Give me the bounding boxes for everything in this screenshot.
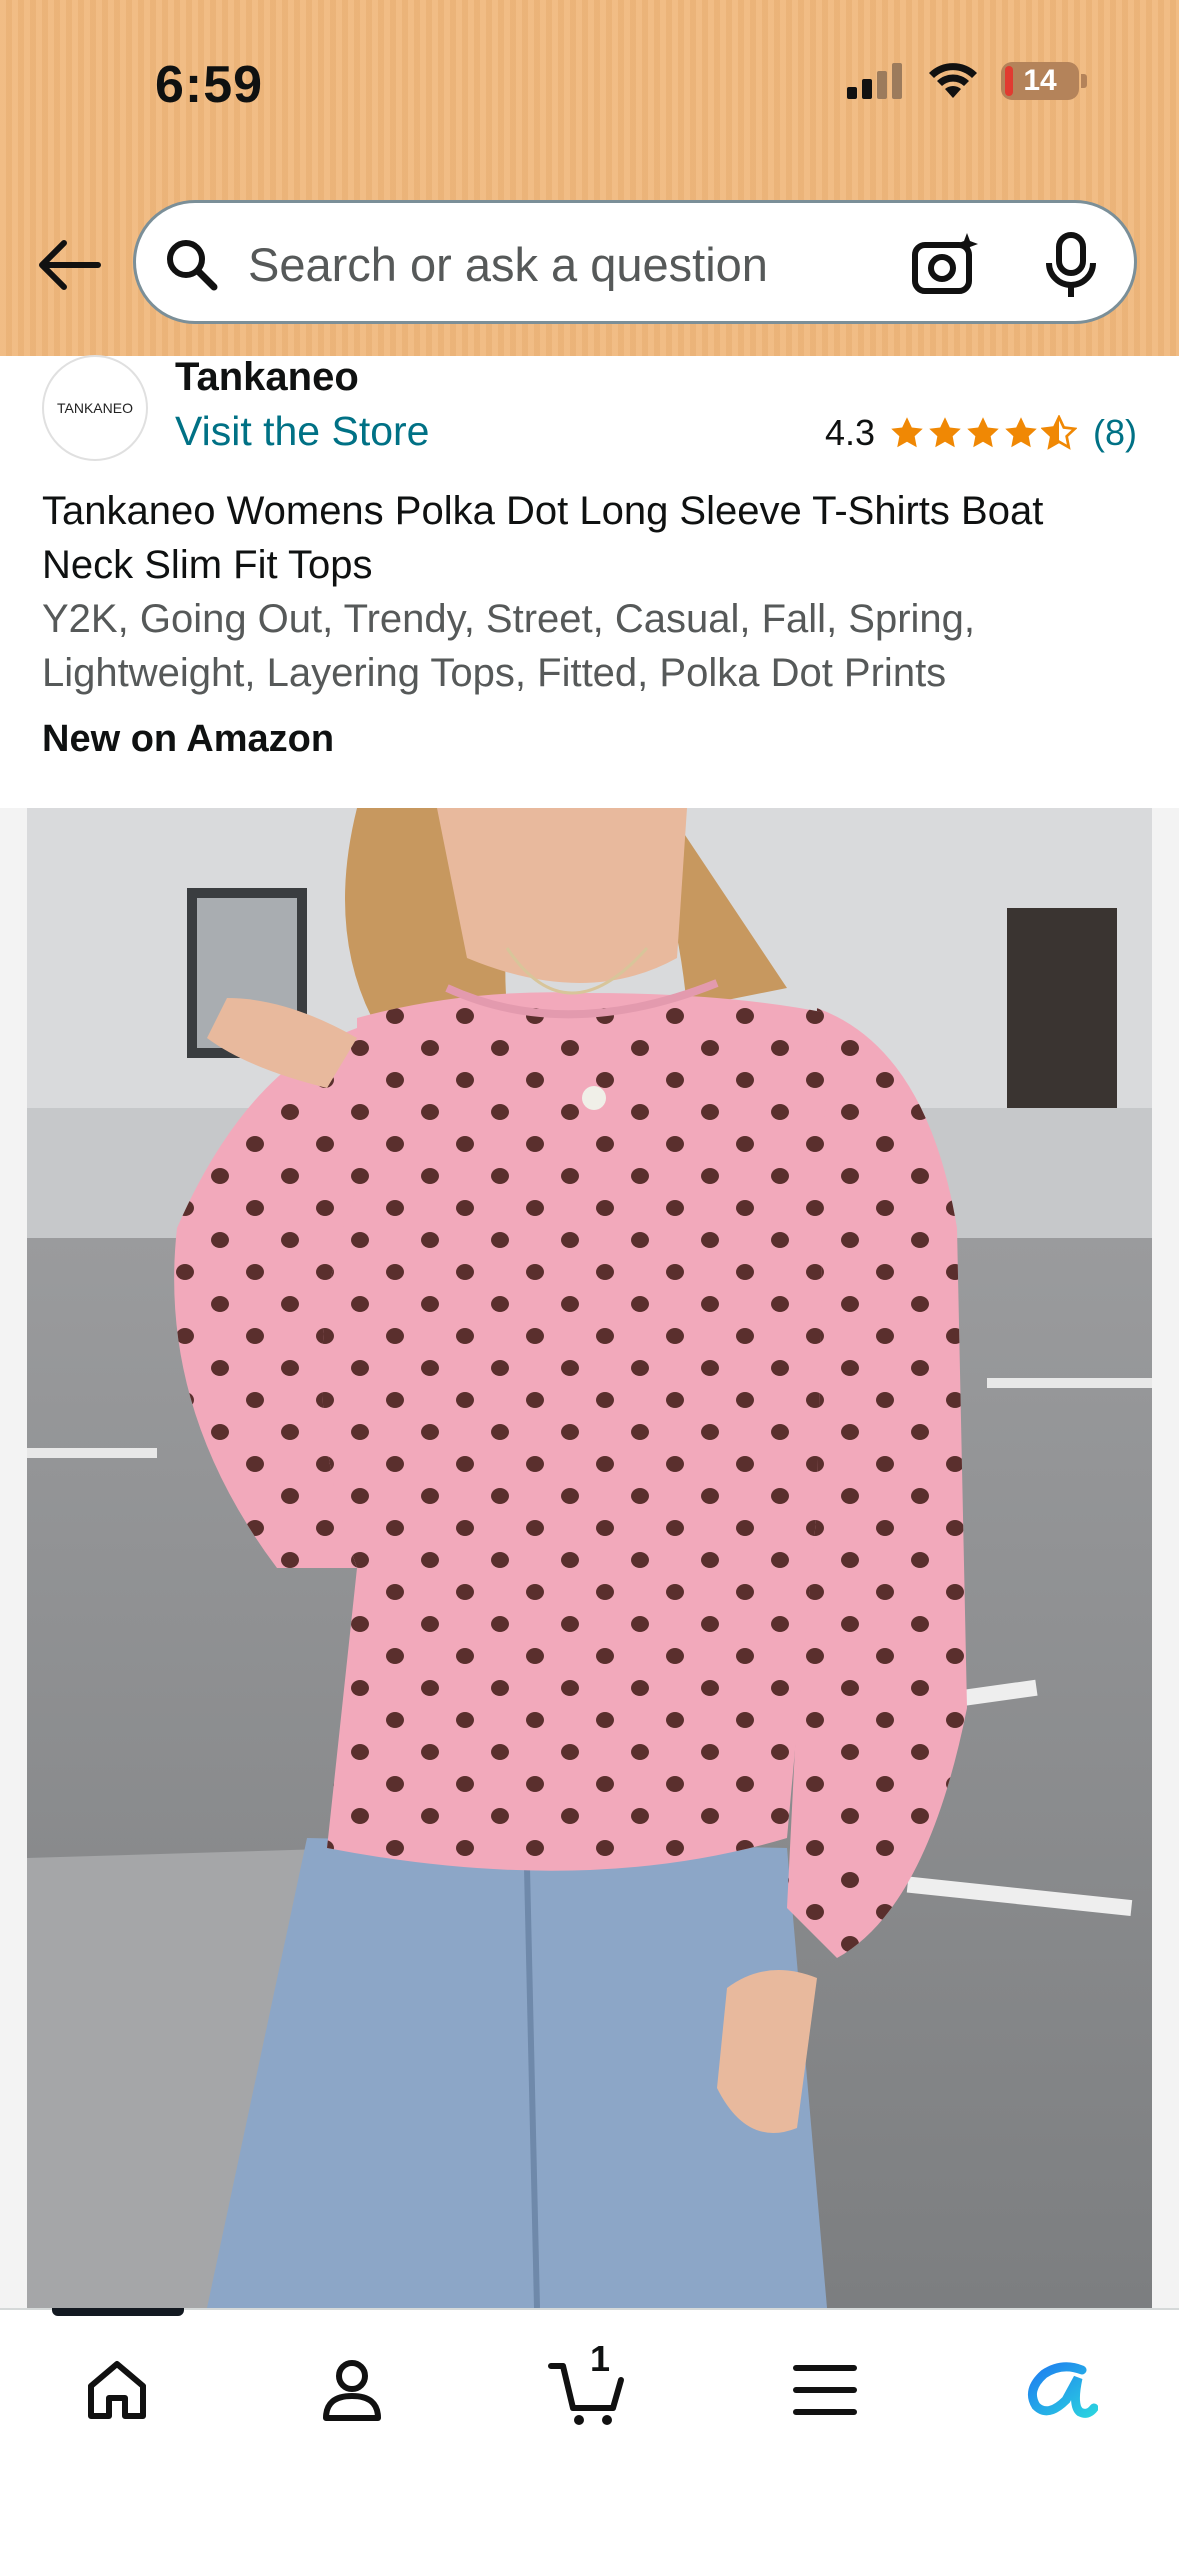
status-time: 6:59	[155, 56, 264, 114]
cart-icon	[548, 2363, 624, 2425]
store-logo[interactable]: TANKANEO	[42, 355, 148, 461]
search-input[interactable]	[246, 231, 810, 297]
store-logo-text: TANKANEO	[57, 400, 133, 416]
search-icon	[167, 240, 218, 291]
status-icons: 14	[847, 62, 1087, 100]
signal-icon	[847, 63, 902, 99]
app-header: 6:59 14	[0, 0, 1179, 356]
product-photo	[27, 808, 1152, 2308]
rating-count: (8)	[1093, 412, 1137, 453]
back-arrow-icon[interactable]	[34, 235, 104, 295]
star-icon	[929, 417, 961, 448]
nav-menu[interactable]	[780, 2345, 870, 2435]
star-icon	[967, 417, 999, 448]
rating-value: 4.3	[824, 412, 875, 453]
active-tab-indicator	[52, 2308, 184, 2316]
product-image[interactable]	[27, 808, 1152, 2308]
nav-account[interactable]	[307, 2345, 397, 2435]
battery-icon: 14	[1001, 62, 1087, 100]
half-star-icon	[1041, 415, 1077, 450]
image-margin-left	[0, 808, 27, 2308]
search-bar[interactable]	[133, 200, 1137, 324]
star-icon	[891, 417, 923, 448]
cart-count: 1	[590, 2338, 611, 2379]
star-rating	[889, 415, 1077, 451]
image-margin-right	[1152, 808, 1179, 2308]
nav-home[interactable]	[72, 2345, 162, 2435]
new-badge: New on Amazon	[42, 718, 335, 760]
user-icon	[323, 2360, 381, 2421]
wifi-icon	[929, 63, 977, 98]
visit-store-link[interactable]: Visit the Store	[175, 408, 430, 455]
camera-search-icon[interactable]	[911, 231, 979, 299]
rufus-ai-icon	[1027, 2362, 1098, 2418]
microphone-icon[interactable]	[1041, 231, 1101, 301]
nav-cart[interactable]	[542, 2345, 632, 2435]
menu-icon	[793, 2365, 857, 2415]
product-title[interactable]: Tankaneo Womens Polka Dot Long Sleeve T-…	[42, 484, 1142, 592]
home-icon	[88, 2361, 146, 2419]
star-icon	[1005, 417, 1037, 448]
rating-summary[interactable]: 4.3 (8)	[825, 412, 1137, 454]
battery-level: 14	[1023, 64, 1057, 97]
product-tags: Y2K, Going Out, Trendy, Street, Casual, …	[42, 597, 976, 695]
nav-rufus[interactable]	[1015, 2345, 1105, 2435]
store-name: Tankaneo	[175, 355, 359, 399]
